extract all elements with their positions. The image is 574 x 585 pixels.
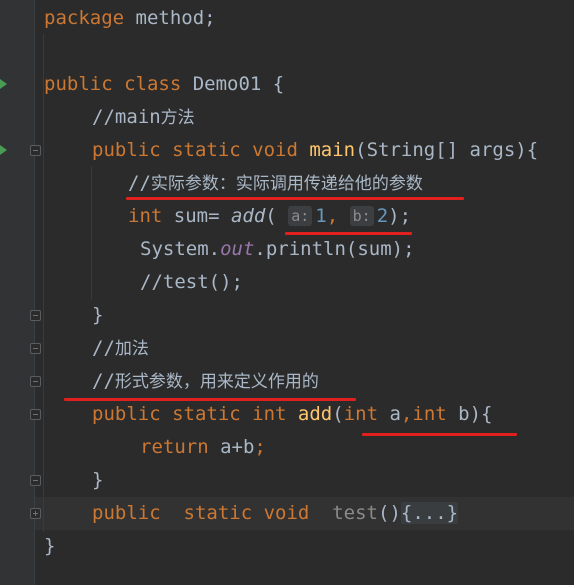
- closing-brace: }: [92, 469, 104, 491]
- folded-method-body[interactable]: {...}: [400, 502, 459, 524]
- comment-text: 方法: [160, 108, 195, 128]
- keyword-public-class: public class: [44, 73, 182, 95]
- annotation-underline: [362, 433, 517, 436]
- code-line-comment-add: //加法: [92, 332, 149, 365]
- annotation-underline: [64, 398, 356, 401]
- code-line-test-comment: //test();: [140, 266, 243, 299]
- return-expression: a+b: [208, 436, 255, 458]
- out-field: out: [220, 238, 255, 260]
- keyword-return: return: [140, 436, 209, 458]
- keyword-public-static-void: public static void: [92, 502, 310, 524]
- main-params: (String[] args){: [355, 139, 539, 161]
- package-name: method;: [124, 7, 216, 29]
- keyword-int: int: [343, 403, 379, 425]
- class-name: Demo01 {: [181, 73, 285, 95]
- keyword-int: int: [128, 205, 163, 227]
- method-name-add: add: [297, 403, 333, 425]
- comment-text: 形式参数，用来定义作用的: [114, 372, 319, 392]
- comment-test-call: //test();: [140, 271, 243, 293]
- keyword-package: package: [44, 7, 125, 29]
- param-hint-a: a:: [288, 206, 313, 226]
- add-call: add: [230, 205, 266, 227]
- system-class: System.: [140, 238, 221, 260]
- method-name-test: test: [332, 502, 378, 524]
- closing-brace: }: [92, 304, 104, 326]
- sum-variable: sum=: [162, 205, 231, 227]
- code-line-return: return a+b;: [140, 436, 266, 458]
- println-call: .println(sum);: [254, 238, 415, 260]
- keyword-int: int: [412, 403, 447, 425]
- code-line-package: package method;: [44, 2, 216, 35]
- code-line-comment-main: //main方法: [92, 101, 195, 134]
- comment-prefix: //: [92, 370, 115, 392]
- param-b: b: [446, 403, 470, 425]
- argument-1: 1: [315, 205, 327, 227]
- keyword-public-static-void: public static void: [92, 139, 298, 161]
- comment-prefix: //: [128, 172, 151, 194]
- argument-2: 2: [376, 205, 389, 227]
- code-line-comment-actual-params: //实际参数：实际调用传递给他的参数: [128, 167, 423, 200]
- code-line-main-signature: public static void main(String[] args){: [92, 134, 538, 167]
- code-line-println: System.out.println(sum);: [140, 233, 415, 266]
- param-hint-b: b:: [349, 206, 374, 226]
- code-line-sum-assign: int sum= add( a: 1, b: 2);: [128, 205, 412, 227]
- comment-text: 实际参数：实际调用传递给他的参数: [150, 174, 423, 194]
- code-line-class: public class Demo01 {: [44, 68, 284, 101]
- code-line-class-close: }: [44, 530, 55, 563]
- annotation-underline: [285, 232, 412, 235]
- code-line-comment-formal-params: //形式参数，用来定义作用的: [92, 365, 319, 398]
- comment-prefix: //: [92, 337, 115, 359]
- comment-prefix: //main: [92, 106, 161, 128]
- comment-text: 加法: [114, 339, 149, 359]
- code-line-add-close: }: [92, 464, 103, 497]
- code-line-test-signature: public static void test(){...}: [92, 502, 459, 524]
- keyword-public-static-int: public static int: [92, 403, 287, 425]
- code-line-add-signature: public static int add(int a,int b){: [92, 403, 493, 425]
- code-editor[interactable]: package method; public class Demo01 { //…: [0, 0, 574, 585]
- code-line-main-close: }: [92, 299, 103, 332]
- annotation-underline: [126, 197, 464, 200]
- param-a: a: [378, 403, 401, 425]
- closing-brace: }: [44, 535, 56, 557]
- method-name-main: main: [309, 139, 356, 161]
